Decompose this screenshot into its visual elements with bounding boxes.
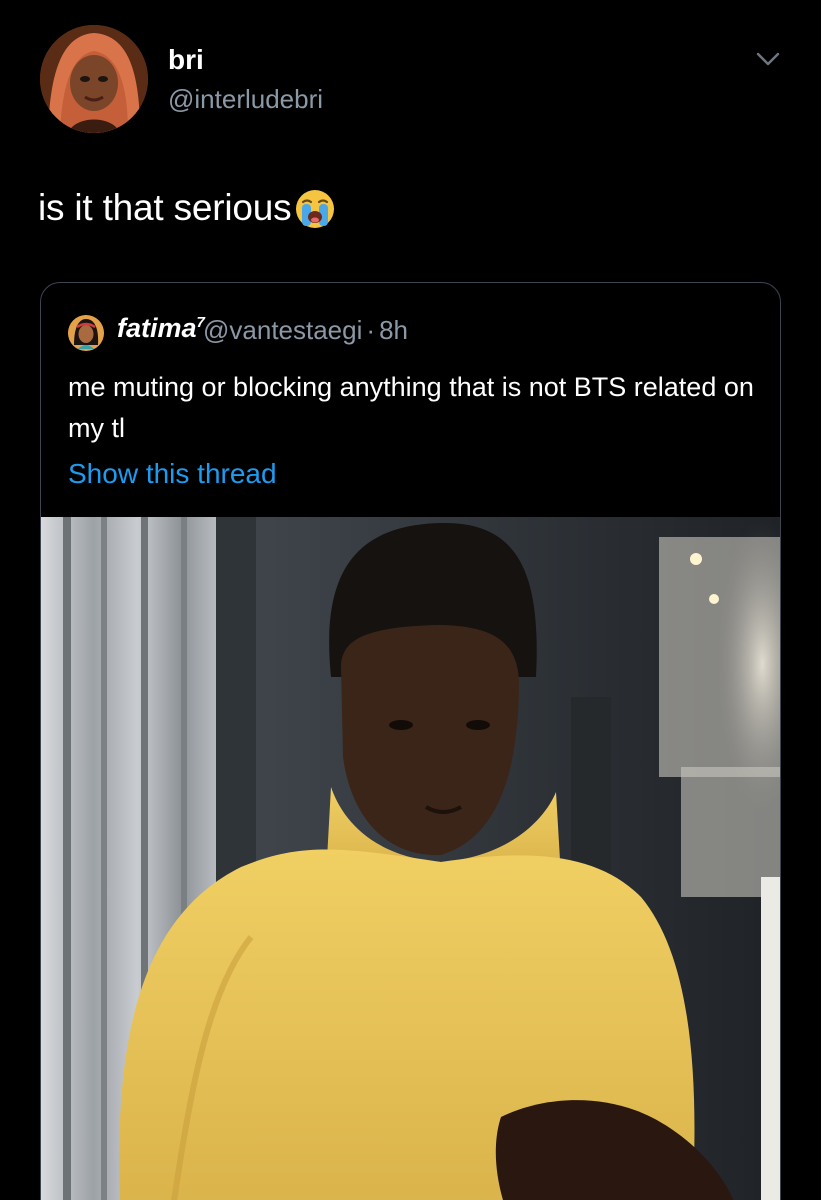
loudly-crying-face-icon [293,186,337,230]
tweet-text: is it that serious [38,187,292,228]
quoted-author-handle[interactable]: @vantestaegi [203,315,362,345]
video-still-icon [41,517,780,1200]
profile-photo-icon [40,25,148,133]
chevron-down-icon[interactable] [754,48,782,70]
quoted-tweet-text: me muting or blocking anything that is n… [68,372,754,443]
author-name[interactable]: bri [168,44,204,76]
quoted-media[interactable] [41,517,780,1200]
quoted-tweet[interactable]: fatima7 @vantestaegi · 8h me muting or blo… [40,282,781,1200]
meta-separator: · [366,315,376,345]
author-handle[interactable]: @interludebri [168,84,323,115]
tweet-body: is it that serious [38,186,337,230]
quoted-author-meta: @vantestaegi · 8h [203,315,408,346]
show-thread-link[interactable]: Show this thread [68,458,277,490]
quoted-author-name[interactable]: fatima7 [117,313,205,344]
quoted-profile-photo-icon [68,315,104,351]
quoted-author-avatar[interactable] [68,315,104,351]
tweet-screenshot: bri @interludebri is it that serious fat… [0,0,821,1200]
quoted-author-name-text: fatima [117,313,197,343]
author-avatar[interactable] [40,25,148,133]
quoted-timestamp[interactable]: 8h [379,315,408,345]
